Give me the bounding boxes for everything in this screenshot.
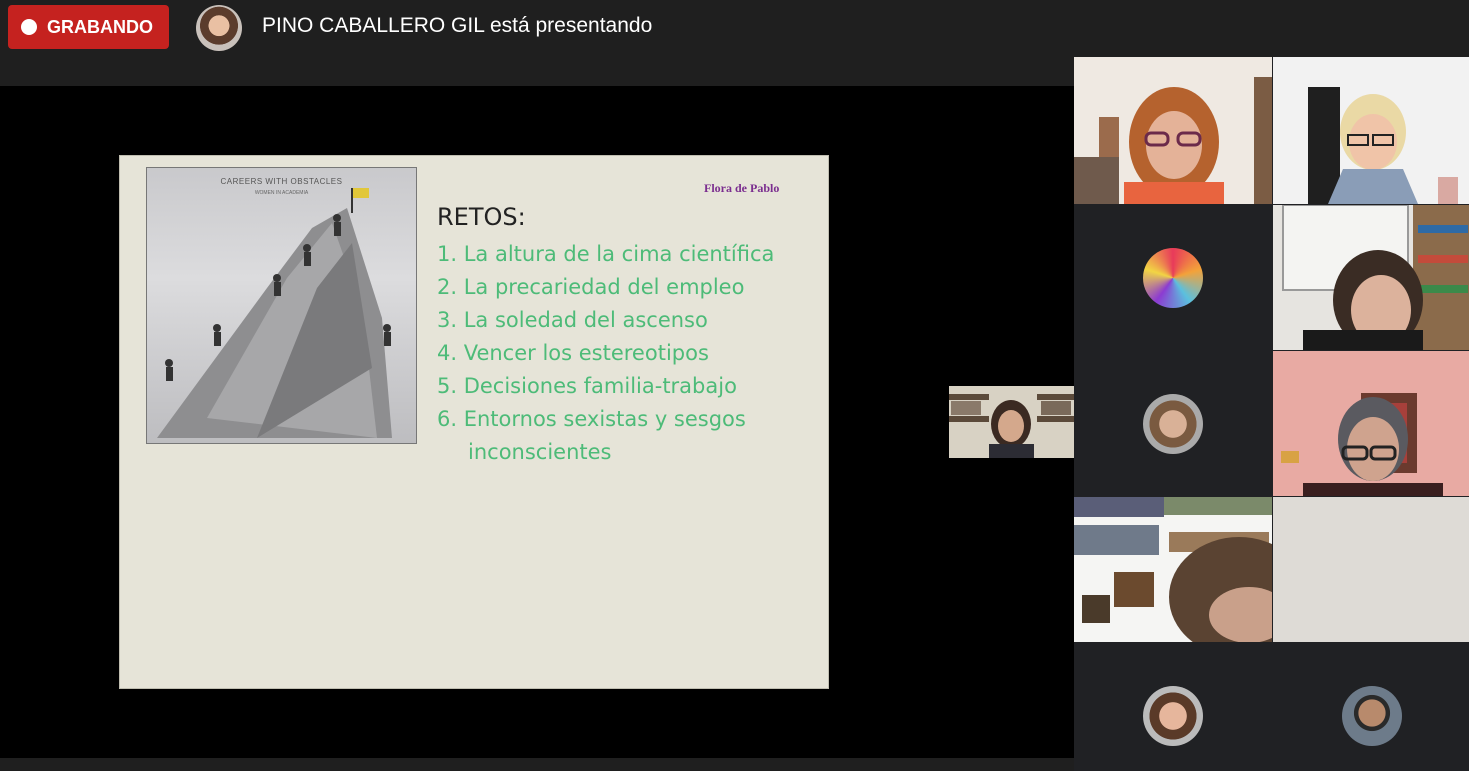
participant-tile[interactable] <box>1074 497 1272 642</box>
recording-badge[interactable]: GRABANDO <box>8 5 169 49</box>
bottom-strip <box>0 758 1074 771</box>
participant-tile[interactable] <box>1273 205 1469 350</box>
list-item: 6. Entornos sexistas y sesgos <box>437 407 746 431</box>
presenter-video-thumbnail[interactable] <box>949 386 1074 458</box>
participant-tile[interactable] <box>1074 351 1272 496</box>
participant-tile[interactable] <box>1074 57 1272 204</box>
list-item: 2. La precariedad del empleo <box>437 275 745 299</box>
participant-tile[interactable] <box>1074 643 1272 771</box>
book-subtitle: WOMEN IN ACADEMIA <box>254 190 309 196</box>
participant-tile[interactable] <box>1273 57 1469 204</box>
mountain-climbers-illustration <box>157 188 392 438</box>
list-item: 3. La soledad del ascenso <box>437 308 708 332</box>
participant-video <box>1273 57 1469 204</box>
participant-tile[interactable] <box>1273 351 1469 496</box>
list-item: inconscientes <box>468 440 612 464</box>
participant-video <box>1273 205 1469 350</box>
list-item: 1. La altura de la cima científica <box>437 242 775 266</box>
slide-heading: RETOS: <box>437 203 526 231</box>
participant-tile[interactable] <box>1273 643 1469 771</box>
participant-video <box>1074 497 1272 642</box>
participant-video <box>1273 497 1469 642</box>
top-bar: GRABANDO PINO CABALLERO GIL está present… <box>0 0 1469 57</box>
photo-avatar <box>1143 686 1203 746</box>
participant-tile[interactable] <box>1074 205 1272 350</box>
presenter-avatar <box>196 5 242 51</box>
photo-avatar <box>1342 686 1402 746</box>
colorful-avatar-icon <box>1143 248 1203 308</box>
list-item: 4. Vencer los estereotipos <box>437 341 709 365</box>
slide-list: 1. La altura de la cima científica 2. La… <box>437 238 774 469</box>
book-title: CAREERS WITH OBSTACLES <box>220 177 343 186</box>
presenting-banner: PINO CABALLERO GIL está presentando <box>262 14 653 37</box>
participant-video <box>1273 351 1469 496</box>
participant-tile[interactable] <box>1273 497 1469 642</box>
list-item: 5. Decisiones familia-trabajo <box>437 374 737 398</box>
slide-author: Flora de Pablo <box>704 181 780 195</box>
book-cover-image: CAREERS WITH OBSTACLES WOMEN IN ACADEMIA <box>146 167 417 444</box>
presenter-video <box>949 386 1074 458</box>
participant-video <box>1074 57 1272 204</box>
photo-avatar <box>1143 394 1203 454</box>
recording-label: GRABANDO <box>47 16 153 37</box>
record-dot-icon <box>21 19 37 35</box>
